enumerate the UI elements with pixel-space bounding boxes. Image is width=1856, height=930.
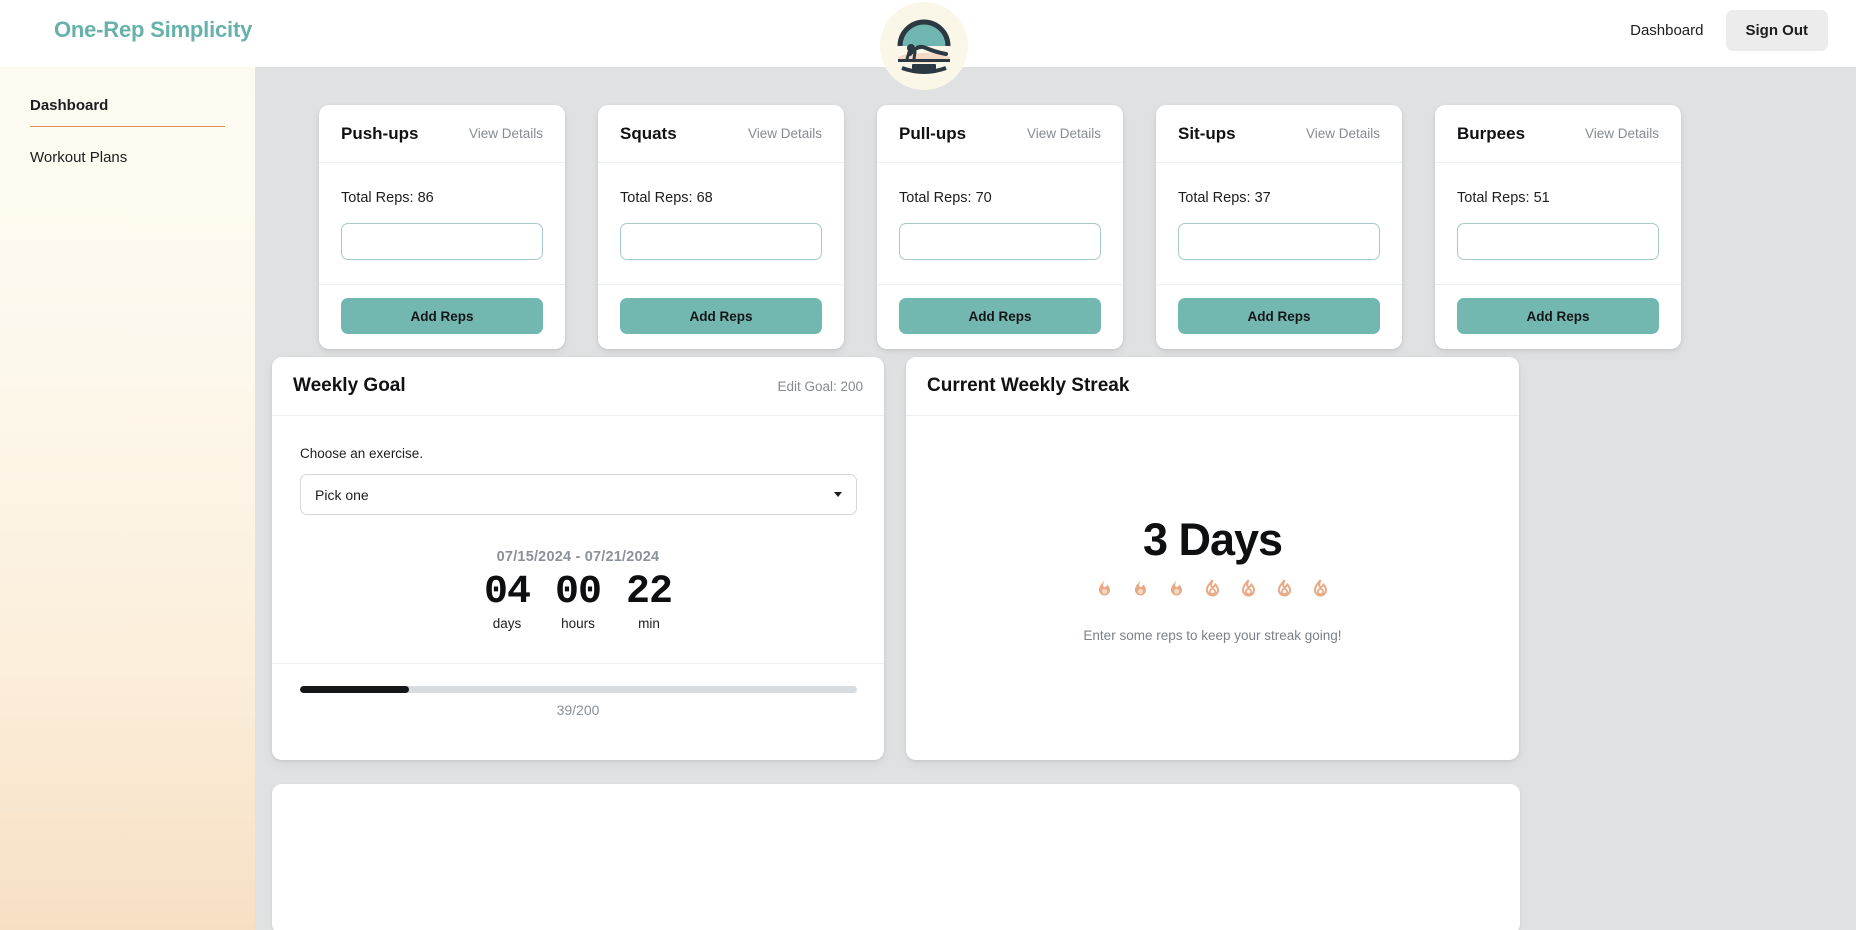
flame-outline-icon — [1313, 578, 1328, 596]
reps-input[interactable] — [620, 223, 822, 260]
view-details-link[interactable]: View Details — [748, 126, 822, 141]
countdown-hours-label: hours — [561, 616, 595, 631]
exercise-card-pull-ups: Pull-ups View Details Total Reps: 70 Add… — [877, 105, 1123, 349]
add-reps-button[interactable]: Add Reps — [1178, 298, 1380, 334]
exercise-card-burpees: Burpees View Details Total Reps: 51 Add … — [1435, 105, 1681, 349]
exercise-card-body: Total Reps: 51 — [1435, 163, 1681, 284]
flame-filled-icon — [1171, 579, 1182, 595]
exercise-card-body: Total Reps: 68 — [598, 163, 844, 284]
weekly-streak-body: 3 Days Enter some reps to keep your stre… — [906, 416, 1519, 760]
panel-row: Weekly Goal Edit Goal: 200 Choose an exe… — [272, 357, 1519, 760]
goal-progress-text: 39/200 — [556, 702, 600, 718]
countdown-days: 04 days — [483, 570, 531, 632]
add-reps-button[interactable]: Add Reps — [1457, 298, 1659, 334]
reps-input[interactable] — [899, 223, 1101, 260]
weekly-goal-panel: Weekly Goal Edit Goal: 200 Choose an exe… — [272, 357, 884, 760]
total-reps-label: Total Reps: 68 — [620, 190, 713, 206]
exercise-card-footer: Add Reps — [1156, 284, 1402, 349]
total-reps-label: Total Reps: 37 — [1178, 190, 1271, 206]
exercise-card-header: Squats View Details — [598, 105, 844, 163]
countdown-hours: 00 hours — [554, 570, 602, 632]
exercise-title: Sit-ups — [1178, 123, 1236, 143]
flame-outline-icon — [1277, 578, 1292, 596]
weekly-goal-header: Weekly Goal Edit Goal: 200 — [272, 357, 884, 416]
view-details-link[interactable]: View Details — [1306, 126, 1380, 141]
sidebar-item-label: Dashboard — [30, 97, 109, 114]
streak-flame-row — [1092, 578, 1333, 606]
weekly-streak-title: Current Weekly Streak — [927, 375, 1130, 396]
header-nav-group: Dashboard Sign Out — [1616, 10, 1828, 51]
view-details-link[interactable]: View Details — [1027, 126, 1101, 141]
sign-out-button[interactable]: Sign Out — [1725, 10, 1828, 51]
countdown-min-label: min — [638, 616, 660, 631]
reps-input[interactable] — [1178, 223, 1380, 260]
exercise-card-header: Push-ups View Details — [319, 105, 565, 163]
countdown-section: 07/15/2024 - 07/21/2024 04 days 00 hours… — [300, 549, 856, 631]
edit-goal-link[interactable]: Edit Goal: 200 — [777, 379, 863, 394]
goal-progress-section: 39/200 — [272, 663, 884, 760]
exercise-card-squats: Squats View Details Total Reps: 68 Add R… — [598, 105, 844, 349]
flame-filled-icon — [1099, 579, 1110, 595]
chevron-down-icon — [834, 492, 842, 497]
app-brand-title: One-Rep Simplicity — [54, 17, 253, 42]
add-reps-button[interactable]: Add Reps — [620, 298, 822, 334]
main-content-area: Push-ups View Details Total Reps: 86 Add… — [255, 67, 1856, 930]
exercise-card-header: Burpees View Details — [1435, 105, 1681, 163]
streak-message: Enter some reps to keep your streak goin… — [1083, 627, 1342, 643]
exercise-title: Burpees — [1457, 123, 1526, 143]
weekly-goal-body: Choose an exercise. Pick one 07/15/2024 … — [272, 416, 884, 663]
exercise-card-body: Total Reps: 70 — [877, 163, 1123, 284]
exercise-card-body: Total Reps: 37 — [1156, 163, 1402, 284]
exercise-card-header: Pull-ups View Details — [877, 105, 1123, 163]
countdown-days-value: 04 — [483, 570, 531, 615]
countdown-days-label: days — [492, 616, 522, 631]
flame-outline-icon — [1241, 578, 1256, 596]
total-reps-label: Total Reps: 51 — [1457, 190, 1550, 206]
add-reps-button[interactable]: Add Reps — [341, 298, 543, 334]
nav-link-dashboard[interactable]: Dashboard — [1616, 12, 1717, 49]
add-reps-button[interactable]: Add Reps — [899, 298, 1101, 334]
pushup-badge-logo-icon[interactable] — [880, 2, 968, 90]
flame-filled-icon — [1135, 579, 1146, 595]
goal-date-range: 07/15/2024 - 07/21/2024 — [496, 549, 660, 565]
countdown-hours-value: 00 — [554, 570, 602, 615]
reps-input[interactable] — [1457, 223, 1659, 260]
left-sidebar: Dashboard Workout Plans — [0, 67, 255, 930]
exercise-title: Pull-ups — [899, 123, 967, 143]
goal-progress-fill — [300, 686, 409, 693]
countdown-min: 22 min — [626, 570, 673, 632]
exercise-card-footer: Add Reps — [319, 284, 565, 349]
goal-progress-track — [300, 686, 857, 693]
weekly-streak-panel: Current Weekly Streak 3 Days Enter some … — [906, 357, 1519, 760]
bottom-partial-card — [272, 784, 1520, 930]
exercise-title: Squats — [620, 123, 677, 143]
sidebar-item-dashboard[interactable]: Dashboard — [30, 89, 225, 124]
streak-days-count: 3 Days — [1142, 513, 1283, 565]
choose-exercise-label: Choose an exercise. — [300, 446, 424, 461]
exercise-card-row: Push-ups View Details Total Reps: 86 Add… — [319, 105, 1681, 349]
weekly-streak-header: Current Weekly Streak — [906, 357, 1519, 416]
flame-outline-icon — [1205, 578, 1220, 596]
total-reps-label: Total Reps: 70 — [899, 190, 992, 206]
view-details-link[interactable]: View Details — [469, 126, 543, 141]
exercise-card-sit-ups: Sit-ups View Details Total Reps: 37 Add … — [1156, 105, 1402, 349]
view-details-link[interactable]: View Details — [1585, 126, 1659, 141]
sidebar-divider — [30, 126, 225, 127]
exercise-card-footer: Add Reps — [877, 284, 1123, 349]
exercise-card-push-ups: Push-ups View Details Total Reps: 86 Add… — [319, 105, 565, 349]
exercise-title: Push-ups — [341, 123, 419, 143]
exercise-card-header: Sit-ups View Details — [1156, 105, 1402, 163]
exercise-card-body: Total Reps: 86 — [319, 163, 565, 284]
countdown-values: 04 days 00 hours 22 min — [300, 570, 856, 632]
reps-input[interactable] — [341, 223, 543, 260]
countdown-min-value: 22 — [626, 570, 673, 615]
sidebar-item-label: Workout Plans — [30, 149, 128, 166]
sidebar-item-workout-plans[interactable]: Workout Plans — [30, 141, 225, 176]
weekly-goal-title: Weekly Goal — [293, 375, 406, 396]
exercise-select[interactable]: Pick one — [300, 474, 857, 515]
exercise-card-footer: Add Reps — [1435, 284, 1681, 349]
exercise-select-value: Pick one — [315, 486, 369, 503]
total-reps-label: Total Reps: 86 — [341, 190, 434, 206]
exercise-card-footer: Add Reps — [598, 284, 844, 349]
